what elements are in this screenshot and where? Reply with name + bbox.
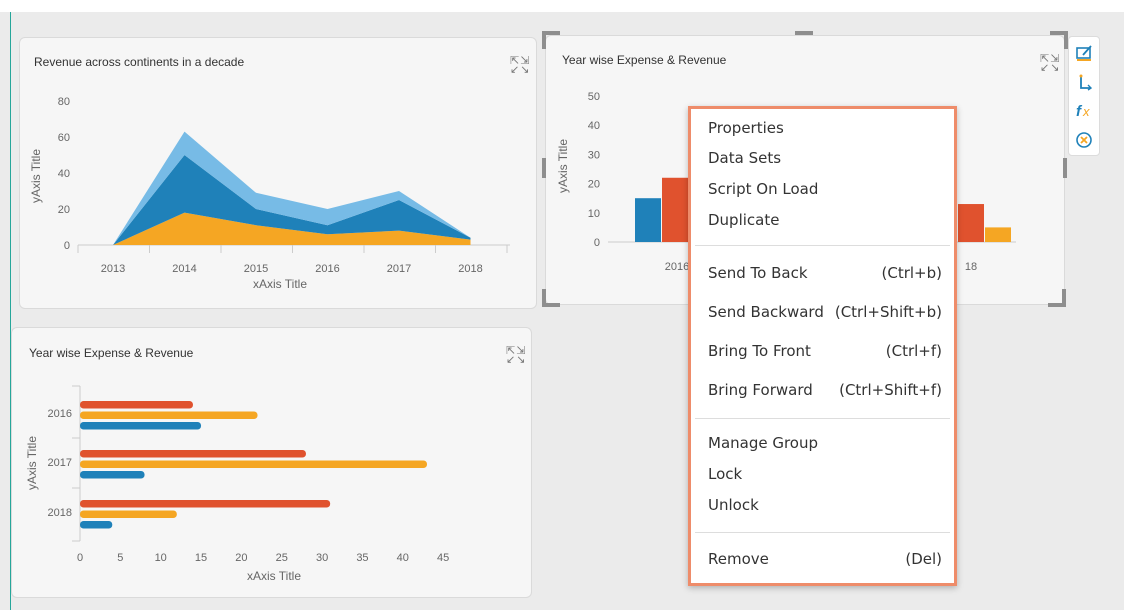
column-bar <box>662 177 688 242</box>
y-tick-label: 0 <box>594 237 600 249</box>
x-tick-label: 10 <box>155 552 167 564</box>
resize-handle[interactable] <box>542 158 546 178</box>
horizontal-bar <box>80 521 113 529</box>
svg-text:f: f <box>1076 103 1083 120</box>
x-tick-label: 2014 <box>172 263 196 275</box>
x-tick-label: 0 <box>77 552 83 564</box>
x-tick-label: 2013 <box>101 263 125 275</box>
x-axis-title: xAxis Title <box>247 569 301 583</box>
y-tick-label: 40 <box>58 168 70 180</box>
menu-item-lock[interactable]: Lock <box>708 465 942 483</box>
resize-handle[interactable] <box>1048 303 1066 307</box>
remove-circle-icon[interactable] <box>1069 126 1099 154</box>
horizontal-bar <box>80 510 177 518</box>
column-bar <box>635 198 661 242</box>
y-axis-title: yAxis Title <box>29 149 43 203</box>
x-tick-label: 5 <box>117 552 123 564</box>
area-chart: 0 20 40 60 80 2013 2014 2015 2016 2017 2018 xAxis T… <box>29 96 510 291</box>
x-tick-label: 2015 <box>244 263 268 275</box>
x-tick-label: 15 <box>195 552 207 564</box>
x-tick-label: 2016 <box>665 261 689 273</box>
horizontal-bar <box>80 450 306 458</box>
y-tick-label: 40 <box>588 120 600 132</box>
horizontal-bar <box>80 460 428 468</box>
bar-chart-panel[interactable]: Year wise Expense & Revenue ⇱⇲ ↙↘ 0 5 10 15 2… <box>11 327 532 598</box>
svg-text:x: x <box>1082 104 1090 119</box>
axis-icon[interactable] <box>1069 68 1099 96</box>
menu-item-data-sets[interactable]: Data Sets <box>708 149 942 167</box>
menu-separator <box>695 532 950 533</box>
horizontal-bar-chart: 0 5 10 15 20 25 30 35 40 45 xAxis Title yAxis Title… <box>25 385 449 583</box>
context-menu: Properties Data Sets Script On Load Dupl… <box>688 106 957 586</box>
column-bar <box>985 227 1011 242</box>
x-axis-title: xAxis Title <box>253 277 307 291</box>
horizontal-bar <box>80 500 331 508</box>
x-tick-label: 25 <box>276 552 288 564</box>
x-tick-label: 2016 <box>315 263 339 275</box>
menu-item-bring-forward[interactable]: Bring Forward (Ctrl+Shift+f) <box>708 381 942 399</box>
x-tick-label: 40 <box>397 552 409 564</box>
resize-handle[interactable] <box>795 31 813 35</box>
y-tick-label: 60 <box>58 132 70 144</box>
y-axis-title: yAxis Title <box>556 139 570 193</box>
menu-item-manage-group[interactable]: Manage Group <box>708 434 942 452</box>
x-tick-label: 18 <box>965 261 977 273</box>
y-tick-label: 10 <box>588 208 600 220</box>
menu-separator <box>695 418 950 419</box>
y-tick-label: 80 <box>58 96 70 108</box>
resize-handle[interactable] <box>542 31 546 49</box>
menu-item-properties[interactable]: Properties <box>708 119 942 137</box>
menu-item-bring-to-front[interactable]: Bring To Front (Ctrl+f) <box>708 342 942 360</box>
menu-item-remove[interactable]: Remove (Del) <box>708 550 942 568</box>
y-tick-label: 2018 <box>48 507 72 519</box>
y-tick-label: 30 <box>588 149 600 161</box>
horizontal-bar <box>80 471 145 479</box>
top-bar <box>0 0 1124 12</box>
y-tick-label: 2017 <box>48 457 72 469</box>
horizontal-bar <box>80 401 193 409</box>
column-bar <box>958 204 984 242</box>
widget-toolbar: fx <box>1068 36 1100 156</box>
edit-properties-icon[interactable] <box>1069 39 1099 67</box>
resize-handle[interactable] <box>1063 158 1067 178</box>
x-tick-label: 30 <box>316 552 328 564</box>
y-tick-label: 0 <box>64 240 70 252</box>
menu-item-unlock[interactable]: Unlock <box>708 496 942 514</box>
y-tick-label: 50 <box>588 91 600 103</box>
x-tick-label: 2017 <box>387 263 411 275</box>
x-tick-label: 20 <box>235 552 247 564</box>
horizontal-bar <box>80 411 258 419</box>
menu-separator <box>695 245 950 246</box>
y-tick-label: 2016 <box>48 408 72 420</box>
fx-icon[interactable]: fx <box>1069 97 1099 125</box>
y-axis-title: yAxis Title <box>25 436 39 490</box>
x-tick-label: 2018 <box>458 263 482 275</box>
y-tick-label: 20 <box>58 204 70 216</box>
menu-item-script-on-load[interactable]: Script On Load <box>708 180 942 198</box>
menu-item-duplicate[interactable]: Duplicate <box>708 211 942 229</box>
menu-item-send-backward[interactable]: Send Backward (Ctrl+Shift+b) <box>708 303 942 321</box>
resize-handle[interactable] <box>542 303 560 307</box>
area-chart-panel[interactable]: Revenue across continents in a decade ⇱⇲… <box>19 37 537 309</box>
horizontal-bar <box>80 422 202 430</box>
x-tick-label: 35 <box>356 552 368 564</box>
y-tick-label: 20 <box>588 179 600 191</box>
menu-item-send-to-back[interactable]: Send To Back (Ctrl+b) <box>708 264 942 282</box>
x-tick-label: 45 <box>437 552 449 564</box>
